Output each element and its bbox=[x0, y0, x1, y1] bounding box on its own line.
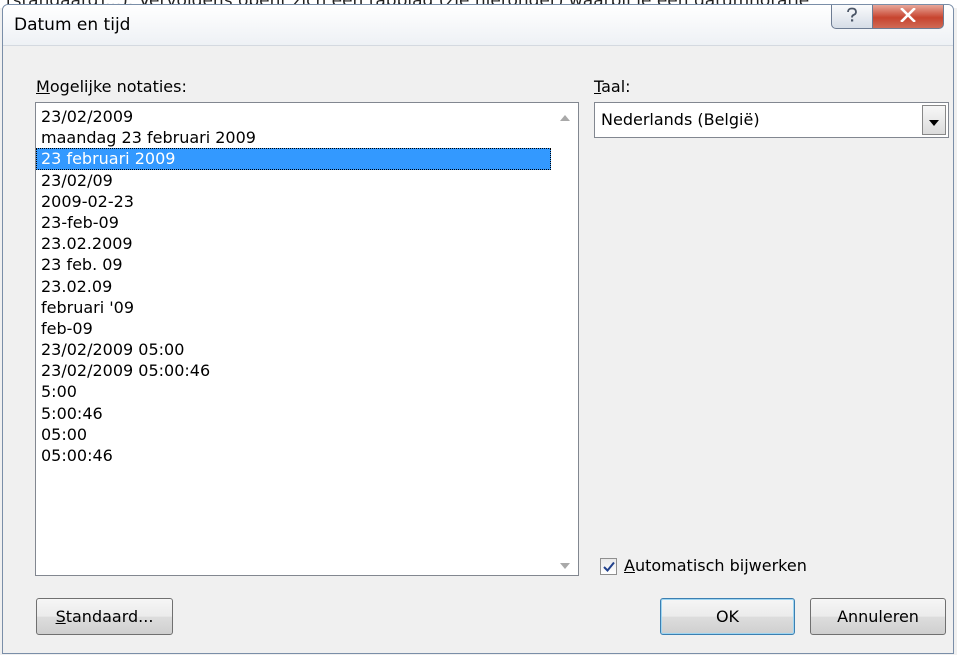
auto-update-label[interactable]: Automatisch bijwerken bbox=[624, 556, 807, 575]
scroll-down-button[interactable] bbox=[552, 551, 578, 575]
cancel-button[interactable]: Annuleren bbox=[810, 598, 946, 635]
list-item[interactable]: feb-09 bbox=[36, 318, 551, 339]
dropdown-arrow-icon bbox=[929, 111, 939, 130]
list-item[interactable]: 23 feb. 09 bbox=[36, 254, 551, 275]
auto-update-checkbox[interactable] bbox=[600, 558, 617, 575]
list-item[interactable]: 05:00:46 bbox=[36, 445, 551, 466]
formats-items: 23/02/2009 maandag 23 februari 2009 23 feb… bbox=[36, 106, 551, 466]
list-item[interactable]: 23.02.2009 bbox=[36, 233, 551, 254]
formats-label: Mogelijke notaties: bbox=[36, 77, 187, 96]
list-item[interactable]: 23 februari 2009 bbox=[36, 148, 551, 170]
list-item[interactable]: 23/02/2009 bbox=[36, 106, 551, 127]
list-item[interactable]: 23-feb-09 bbox=[36, 212, 551, 233]
ok-button[interactable]: OK bbox=[660, 598, 795, 635]
date-time-dialog: Datum en tijd Mogelijke notaties: 23/02/… bbox=[2, 4, 954, 654]
help-button[interactable] bbox=[831, 5, 873, 29]
list-item[interactable]: 23/02/2009 05:00 bbox=[36, 339, 551, 360]
dialog-content: Mogelijke notaties: 23/02/2009 maandag 23… bbox=[3, 46, 953, 653]
language-value: Nederlands (België) bbox=[601, 110, 760, 129]
list-item[interactable]: februari '09 bbox=[36, 297, 551, 318]
language-label: Taal: bbox=[594, 77, 631, 96]
checkmark-icon bbox=[602, 557, 615, 576]
language-dropdown-button[interactable] bbox=[922, 105, 946, 135]
vertical-scrollbar[interactable] bbox=[552, 103, 578, 575]
list-item[interactable]: maandag 23 februari 2009 bbox=[36, 127, 551, 148]
list-item[interactable]: 23/02/2009 05:00:46 bbox=[36, 360, 551, 381]
scroll-down-arrow-icon bbox=[560, 554, 570, 573]
formats-listbox[interactable]: 23/02/2009 maandag 23 februari 2009 23 feb… bbox=[35, 102, 579, 576]
default-button[interactable]: Standaard... bbox=[36, 598, 173, 635]
close-button[interactable] bbox=[872, 5, 944, 29]
list-item[interactable]: 5:00:46 bbox=[36, 403, 551, 424]
list-item[interactable]: 2009-02-23 bbox=[36, 191, 551, 212]
help-icon bbox=[845, 7, 859, 27]
dialog-title: Datum en tijd bbox=[14, 15, 131, 35]
scroll-up-button[interactable] bbox=[552, 103, 578, 127]
title-bar: Datum en tijd bbox=[3, 5, 953, 46]
scroll-up-arrow-icon bbox=[560, 106, 570, 125]
language-dropdown[interactable]: Nederlands (België) bbox=[594, 102, 949, 138]
list-item[interactable]: 23.02.09 bbox=[36, 276, 551, 297]
list-item[interactable]: 05:00 bbox=[36, 424, 551, 445]
list-item[interactable]: 5:00 bbox=[36, 381, 551, 402]
close-icon bbox=[900, 7, 916, 26]
list-item[interactable]: 23/02/09 bbox=[36, 170, 551, 191]
